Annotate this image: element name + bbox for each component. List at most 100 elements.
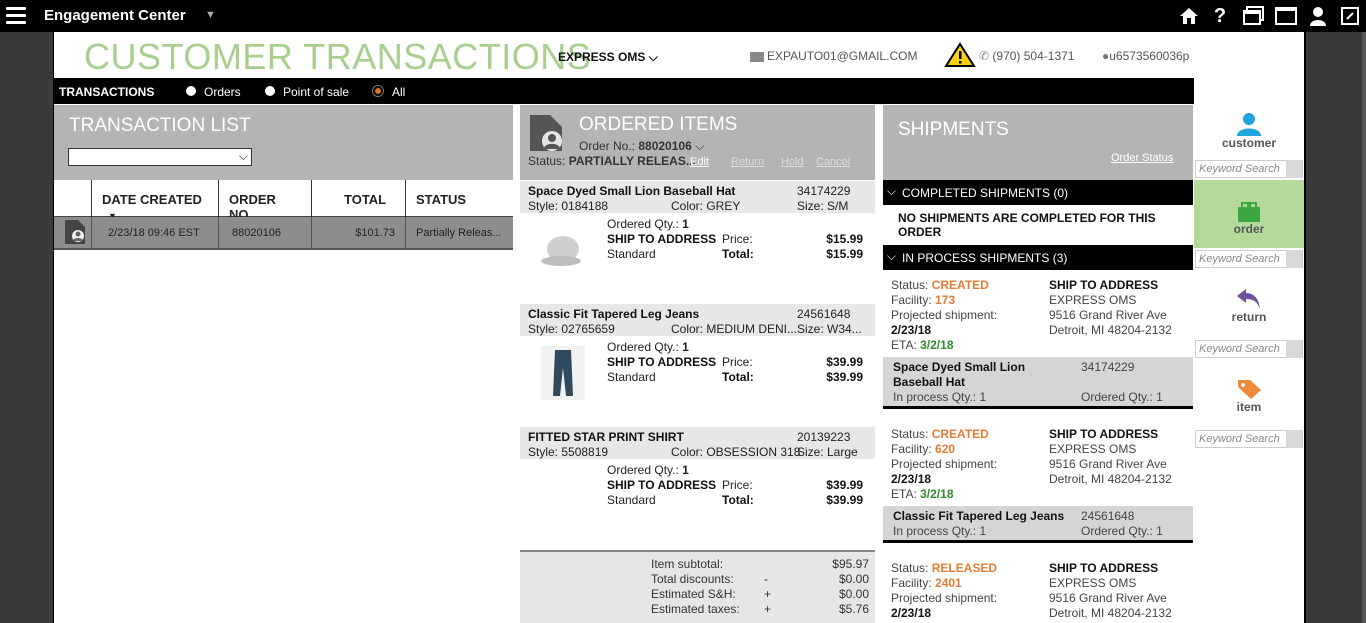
radio-all-label[interactable]: All [392, 85, 405, 99]
qty-value: 1 [682, 463, 689, 477]
search-placeholder: Keyword Search [1199, 253, 1280, 265]
search-icon[interactable] [1286, 340, 1302, 358]
transaction-filter-select[interactable]: ⌵ [68, 148, 252, 166]
return-keyword-search[interactable]: Keyword Search [1195, 340, 1303, 358]
radio-orders[interactable] [186, 86, 196, 96]
chevron-down-icon: ⌵ [695, 139, 705, 153]
order-document-icon [54, 217, 91, 248]
col-total[interactable]: TOTAL [311, 180, 405, 217]
projected-date: 2/23/18 [891, 323, 932, 337]
brand-dropdown[interactable]: EXPRESS OMS ⌵ [558, 50, 658, 65]
return-arrow-icon [1236, 288, 1262, 310]
qty-value: 1 [682, 217, 689, 231]
ordered-qty: Ordered Qty.: 1 [1081, 524, 1163, 538]
shipment-item[interactable]: Classic Fit Tapered Leg Jeans 24561648 I… [883, 506, 1193, 543]
col-order-no[interactable]: ORDER NO. [218, 180, 311, 222]
radio-all[interactable] [373, 86, 383, 96]
warning-icon[interactable] [944, 42, 976, 73]
chevron-down-icon: ⌵ [887, 184, 897, 198]
shipment-card: Status: RELEASED Facility: 2401 Projecte… [883, 553, 1193, 623]
item-color: Color: GREY [671, 199, 741, 213]
customer-id: ●u6573560036p [1102, 49, 1189, 63]
projected-label: Projected shipment: [891, 591, 998, 605]
completed-header-label: COMPLETED SHIPMENTS (0) [902, 186, 1069, 200]
user-profile-icon[interactable] [1308, 5, 1328, 27]
row-total: $101.73 [311, 217, 405, 248]
facility-value: 173 [935, 293, 956, 307]
windows-icon[interactable] [1242, 5, 1266, 27]
ship-to: SHIP TO ADDRESS [1049, 278, 1159, 292]
tag-icon [1236, 378, 1262, 400]
facility-value: 2401 [935, 576, 962, 590]
right-frame [1304, 32, 1366, 623]
logout-icon[interactable] [1340, 5, 1360, 27]
radio-point-of-sale-label[interactable]: Point of sale [283, 85, 349, 99]
transactions-label: TRANSACTIONS [59, 85, 155, 99]
no-completed-shipments: NO SHIPMENTS ARE COMPLETED FOR THIS ORDE… [898, 211, 1156, 239]
shipment-item[interactable]: Space Dyed Small Lion Baseball Hat 34174… [883, 357, 1193, 409]
status-value: PARTIALLY RELEAS... [568, 154, 696, 168]
chevron-down-icon: ⌵ [238, 149, 248, 163]
jeans-product-image[interactable] [541, 346, 585, 403]
search-icon[interactable] [1286, 160, 1302, 178]
hamburger-menu-icon[interactable] [6, 7, 26, 25]
qty-value: 1 [682, 340, 689, 354]
edit-link[interactable]: Edit [690, 156, 709, 168]
shipping-speed: Standard [607, 370, 656, 384]
item-name[interactable]: Classic Fit Tapered Leg Jeans [528, 307, 699, 321]
hold-link[interactable]: Hold [781, 156, 804, 168]
shipments-title: SHIPMENTS [898, 119, 1009, 140]
order-keyword-search[interactable]: Keyword Search [1195, 250, 1303, 268]
user-id-text: u6573560036p [1109, 49, 1190, 63]
qty-label: Ordered Qty.: [607, 340, 679, 354]
search-icon[interactable] [1286, 430, 1302, 448]
order-no-label: Order No.: [579, 139, 636, 153]
return-link[interactable]: Return [731, 156, 764, 168]
email-text: EXPAUTO01@GMAIL.COM [767, 49, 918, 63]
facility-label: Facility: [891, 442, 932, 456]
shipments-header: SHIPMENTS Order Status [883, 105, 1193, 180]
col-date-created[interactable]: DATE CREATED ▼ [91, 180, 218, 221]
customer-keyword-search[interactable]: Keyword Search [1195, 160, 1303, 178]
radio-orders-label[interactable]: Orders [204, 85, 241, 99]
table-row[interactable]: 2/23/18 09:46 EST 88020106 $101.73 Parti… [54, 217, 513, 250]
shipment-status: Status: CREATED [891, 427, 989, 441]
col-status[interactable]: STATUS [405, 180, 513, 217]
shipment-status: Status: CREATED [891, 278, 989, 292]
facility-label: Facility: [891, 293, 932, 307]
app-title: Engagement Center [44, 7, 186, 24]
cancel-link[interactable]: Cancel [816, 156, 850, 168]
hat-product-image[interactable] [541, 223, 585, 278]
radio-point-of-sale[interactable] [265, 86, 275, 96]
summary-value: $0.00 [838, 572, 869, 586]
return-label: return [1231, 310, 1267, 324]
app-menu-caret-icon[interactable]: ▼ [205, 9, 216, 21]
total-label: Total: [722, 247, 754, 261]
search-icon[interactable] [1286, 250, 1302, 268]
order-status-link[interactable]: Order Status [1111, 152, 1173, 164]
total-label: Total: [722, 493, 754, 507]
ordered-qty: Ordered Qty.: 1 [607, 217, 689, 231]
order-button[interactable]: order [1194, 180, 1304, 248]
eta-label: ETA: [891, 487, 917, 501]
item-button[interactable]: item [1194, 362, 1304, 428]
return-button[interactable]: return [1194, 272, 1304, 338]
window-icon[interactable] [1274, 5, 1298, 27]
quick-access-rail: customer Keyword Search order Keyword Se… [1194, 78, 1304, 623]
completed-shipments-toggle[interactable]: ⌵ COMPLETED SHIPMENTS (0) [883, 180, 1193, 205]
status-value: RELEASED [931, 561, 998, 575]
order-number-selector[interactable]: Order No.: 88020106 ⌵ [579, 139, 704, 154]
in-process-shipments-toggle[interactable]: ⌵ IN PROCESS SHIPMENTS (3) [883, 245, 1193, 270]
price-value: $15.99 [826, 232, 863, 246]
projected-label: Projected shipment: [891, 308, 998, 322]
ordered-qty: Ordered Qty.: 1 [607, 340, 689, 354]
home-icon[interactable] [1178, 5, 1200, 27]
item-label: item [1236, 400, 1262, 414]
help-icon[interactable]: ? [1210, 5, 1230, 27]
item-keyword-search[interactable]: Keyword Search [1195, 430, 1303, 448]
ordered-items-header: ORDERED ITEMS Order No.: 88020106 ⌵ Stat… [520, 105, 875, 180]
status-label: Status: [891, 278, 929, 292]
address-line3: Detroit, MI 48204-2132 [1049, 323, 1172, 337]
item-name[interactable]: Space Dyed Small Lion Baseball Hat [528, 184, 735, 198]
item-name[interactable]: FITTED STAR PRINT SHIRT [528, 430, 684, 444]
